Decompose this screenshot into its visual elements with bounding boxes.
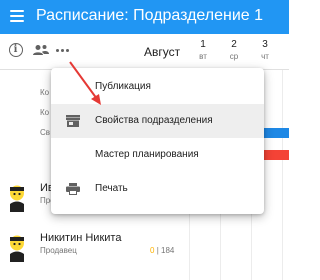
day-number: 1	[200, 39, 206, 50]
row-label: Св	[40, 128, 51, 137]
day-of-week: чт	[261, 52, 269, 61]
day-number: 2	[231, 39, 237, 50]
print-icon	[66, 183, 80, 195]
row-label: Ко	[40, 88, 50, 97]
page-title: Расписание: Подразделение 1	[36, 7, 264, 24]
schedule-toolbar: i Август 1 вт 2 ср 3 чт	[0, 34, 289, 70]
day-number: 3	[262, 39, 268, 50]
menu-item-print[interactable]: Печать	[51, 172, 264, 206]
store-icon	[66, 115, 80, 127]
avatar	[10, 185, 24, 212]
avatar	[10, 235, 24, 262]
shift-bar-blue[interactable]	[264, 128, 289, 138]
row-label: Ко	[40, 108, 50, 117]
people-icon[interactable]	[33, 44, 49, 56]
menu-item-label: Печать	[95, 183, 128, 194]
hamburger-menu-icon[interactable]	[9, 8, 25, 24]
menu-item-publication[interactable]: Публикация	[51, 70, 264, 104]
day-header: 3 чт	[251, 40, 279, 62]
employee-row[interactable]: Никитин Никита Продавец 0 | 184	[0, 228, 289, 268]
day-header: 2 ср	[220, 40, 248, 62]
day-header: 1 вт	[189, 40, 217, 62]
employee-stats: 0 | 184	[150, 246, 174, 255]
more-options-icon[interactable]	[56, 49, 70, 53]
shift-bar-red[interactable]	[264, 150, 289, 160]
menu-item-planning-wizard[interactable]: Мастер планирования	[51, 138, 264, 172]
day-of-week: ср	[229, 52, 239, 61]
menu-item-label: Публикация	[95, 81, 151, 92]
stats-hours: 184	[161, 246, 175, 255]
employee-name: Никитин Никита	[40, 232, 122, 244]
stats-zero: 0	[150, 246, 155, 255]
menu-item-department-properties[interactable]: Свойства подразделения	[51, 104, 264, 138]
employee-role: Продавец	[40, 246, 77, 255]
info-icon[interactable]: i	[9, 43, 23, 57]
month-label: Август	[144, 45, 181, 59]
more-options-menu: Публикация Свойства подразделения Мастер…	[51, 68, 264, 214]
menu-item-label: Свойства подразделения	[95, 115, 213, 126]
app-bar: Расписание: Подразделение 1	[0, 0, 289, 34]
day-of-week: вт	[199, 52, 207, 61]
menu-item-label: Мастер планирования	[95, 149, 199, 160]
